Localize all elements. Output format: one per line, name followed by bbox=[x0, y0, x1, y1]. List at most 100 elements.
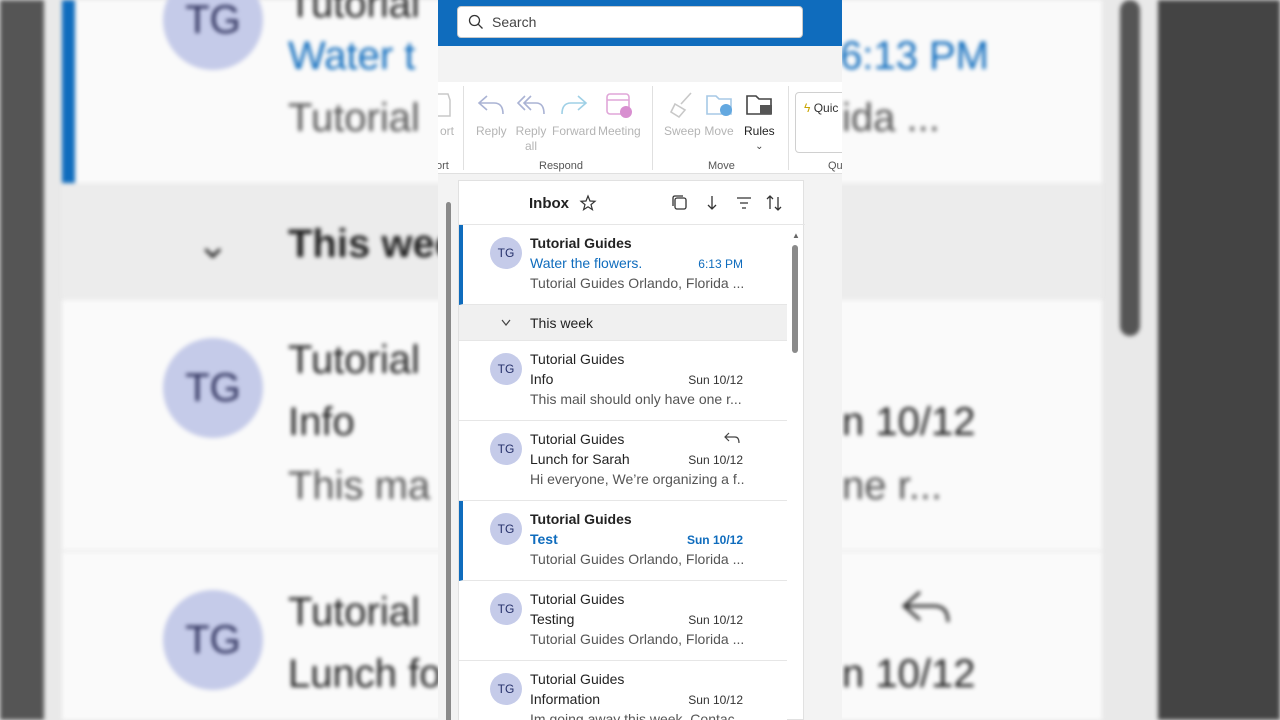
mail-date: Sun 10/12 bbox=[686, 533, 743, 547]
background-scrollbar bbox=[1120, 0, 1140, 336]
list-item[interactable]: TG Tutorial Guides Lunch for Sarah Sun 1… bbox=[459, 421, 787, 501]
forward-button[interactable]: Forward bbox=[552, 90, 596, 139]
ribbon-group-label: Move bbox=[708, 160, 735, 172]
report-button[interactable]: ort bbox=[438, 90, 462, 139]
message-list-scrollbar[interactable]: ▲ bbox=[791, 231, 800, 720]
sender-name: Tutorial Guides bbox=[530, 671, 625, 687]
mail-preview: Tutorial Guides Orlando, Florida ... bbox=[530, 631, 745, 647]
background-text: This wee bbox=[288, 222, 457, 266]
meeting-icon bbox=[606, 93, 633, 118]
background-text: This ma bbox=[288, 464, 431, 508]
chevron-down-icon bbox=[501, 319, 511, 326]
background-text: Water t bbox=[288, 34, 416, 78]
section-label: This week bbox=[530, 315, 594, 331]
report-label: ort bbox=[439, 124, 454, 138]
background-avatar: TG bbox=[163, 338, 263, 438]
scrollbar-thumb[interactable] bbox=[446, 202, 451, 720]
sweep-icon bbox=[670, 92, 692, 119]
mail-date: Sun 10/12 bbox=[688, 453, 743, 467]
mail-preview: This mail should only have one r... bbox=[530, 391, 742, 407]
ribbon-divider bbox=[788, 86, 789, 170]
background-chevron: ⌄ bbox=[196, 223, 230, 267]
forward-label: Forward bbox=[552, 124, 597, 138]
background-text: Tutorial bbox=[288, 96, 420, 140]
mail-subject: Water the flowers. bbox=[530, 255, 643, 271]
list-item[interactable]: TG Tutorial Guides Water the flowers. 6:… bbox=[459, 225, 787, 305]
list-item[interactable]: TG Tutorial Guides Testing Sun 10/12 Tut… bbox=[459, 581, 787, 661]
replied-icon bbox=[724, 432, 740, 444]
quick-steps-box[interactable]: ϟ Quic bbox=[795, 92, 842, 153]
mail-preview: Tutorial Guides Orlando, Florida ... bbox=[530, 275, 745, 291]
mail-subject: Test bbox=[530, 531, 558, 547]
sender-name: Tutorial Guides bbox=[530, 235, 632, 251]
folder-pane-scrollbar[interactable] bbox=[444, 186, 452, 720]
avatar: TG bbox=[490, 237, 522, 269]
background-edge bbox=[1158, 0, 1280, 720]
list-item[interactable]: TG Tutorial Guides Test Sun 10/12 Tutori… bbox=[459, 501, 787, 581]
ribbon: ort ort Reply Reply all Forward Meeting … bbox=[438, 82, 842, 174]
meeting-label: Meeting bbox=[598, 124, 641, 138]
list-item[interactable]: TG Tutorial Guides Information Sun 10/12… bbox=[459, 661, 787, 720]
reply-all-button[interactable]: Reply all bbox=[516, 90, 546, 154]
reply-icon bbox=[478, 95, 505, 115]
sender-name: Tutorial Guides bbox=[530, 511, 632, 527]
select-icon[interactable] bbox=[671, 194, 689, 212]
avatar: TG bbox=[490, 673, 522, 705]
top-bar: Search bbox=[438, 0, 842, 46]
mail-subject: Lunch for Sarah bbox=[530, 451, 630, 467]
sweep-button[interactable]: Sweep bbox=[664, 90, 701, 139]
ribbon-group-label: ort bbox=[438, 160, 449, 172]
mail-subject: Info bbox=[530, 371, 554, 387]
background-text: n 10/12 bbox=[842, 652, 976, 696]
filter-icon[interactable] bbox=[735, 194, 753, 212]
mail-date: 6:13 PM bbox=[698, 257, 743, 271]
star-icon[interactable] bbox=[579, 194, 597, 212]
avatar: TG bbox=[490, 513, 522, 545]
chevron-down-icon: ⌄ bbox=[755, 141, 764, 152]
search-box[interactable]: Search bbox=[457, 6, 803, 38]
reply-button[interactable]: Reply bbox=[476, 90, 507, 139]
list-item[interactable]: TG Tutorial Guides Info Sun 10/12 This m… bbox=[459, 341, 787, 421]
rules-icon bbox=[746, 95, 773, 115]
mail-date: Sun 10/12 bbox=[688, 693, 743, 707]
section-header[interactable]: This week bbox=[459, 305, 787, 341]
ribbon-group-label: Qu bbox=[828, 160, 842, 172]
scrollbar-thumb[interactable] bbox=[792, 245, 798, 353]
mail-preview: Hi everyone, We’re organizing a f... bbox=[530, 471, 745, 487]
rules-button[interactable]: Rules ⌄ bbox=[744, 90, 775, 154]
background-text: Tutorial bbox=[288, 338, 420, 382]
background-text: Tutorial bbox=[288, 590, 420, 634]
report-icon bbox=[438, 93, 451, 117]
meeting-button[interactable]: Meeting bbox=[598, 90, 641, 139]
sender-name: Tutorial Guides bbox=[530, 351, 625, 367]
move-button[interactable]: Move bbox=[704, 90, 734, 139]
background-text: Tutorial bbox=[288, 0, 420, 26]
scroll-up-arrow-icon[interactable]: ▲ bbox=[792, 231, 800, 240]
reply-all-icon bbox=[516, 95, 545, 115]
move-folder-icon bbox=[706, 95, 732, 116]
background-reply-icon bbox=[901, 590, 950, 623]
background-accent-bar bbox=[62, 0, 75, 183]
background-avatar: TG bbox=[163, 590, 263, 690]
sender-name: Tutorial Guides bbox=[530, 591, 625, 607]
mail-preview: Tutorial Guides Orlando, Florida ... bbox=[530, 551, 745, 567]
mail-subject: Information bbox=[530, 691, 601, 707]
sort-icon[interactable] bbox=[765, 194, 783, 212]
move-label: Move bbox=[704, 124, 734, 138]
mail-preview: Im going away this week. Contac... bbox=[530, 711, 745, 720]
ribbon-group-label: Respond bbox=[539, 160, 584, 172]
forward-icon bbox=[561, 95, 588, 115]
background-edge bbox=[0, 0, 44, 720]
mail-date: Sun 10/12 bbox=[688, 373, 743, 387]
quick-steps-label: Quic bbox=[813, 101, 839, 115]
background-text: ne r... bbox=[842, 464, 943, 508]
arrow-down-icon[interactable] bbox=[703, 194, 721, 212]
avatar: TG bbox=[490, 593, 522, 625]
sweep-label: Sweep bbox=[664, 124, 701, 138]
ribbon-divider bbox=[652, 86, 653, 170]
outlook-app: Search ort ort Reply Reply all Forward M… bbox=[438, 0, 842, 720]
mail-subject: Testing bbox=[530, 611, 575, 627]
search-input[interactable]: Search bbox=[492, 14, 536, 30]
search-icon bbox=[468, 14, 483, 29]
ribbon-divider bbox=[463, 86, 464, 170]
